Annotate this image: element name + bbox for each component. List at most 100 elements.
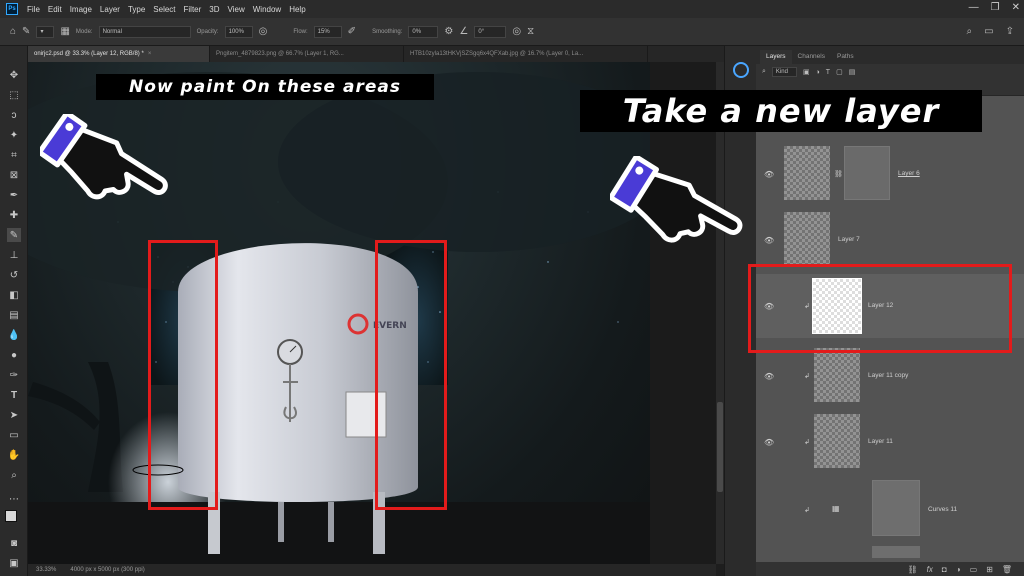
- foreground-color-swatch[interactable]: [5, 510, 17, 522]
- link-icon[interactable]: ⛓: [834, 170, 843, 178]
- menu-edit[interactable]: Edit: [44, 5, 66, 14]
- layer-row[interactable]: 👁 ↲ Layer 11 copy: [756, 344, 1024, 406]
- filter-shape-icon[interactable]: ▢: [836, 68, 843, 76]
- add-mask-icon[interactable]: ◘: [942, 565, 947, 574]
- path-select-tool-icon[interactable]: ➤: [7, 408, 21, 422]
- brush-settings-icon[interactable]: ▦: [60, 26, 69, 37]
- layer-row[interactable]: 👁 ↲ Layer 11: [756, 410, 1024, 472]
- link-layers-icon[interactable]: ⛓: [908, 565, 918, 574]
- move-tool-icon[interactable]: ✥: [7, 68, 21, 82]
- visibility-eye-icon[interactable]: 👁: [764, 438, 774, 447]
- filter-kind-select[interactable]: Kind: [771, 67, 797, 77]
- symmetry-icon[interactable]: ⧖: [527, 26, 534, 37]
- smoothing-field[interactable]: 0%: [408, 25, 439, 38]
- hand-tool-icon[interactable]: ✋: [7, 448, 21, 462]
- brush-preset-icon[interactable]: ✎: [22, 26, 30, 37]
- layer-mask-thumbnail[interactable]: [844, 146, 890, 200]
- filter-smartobject-icon[interactable]: ▤: [849, 68, 856, 76]
- maximize-icon[interactable]: ❐: [991, 2, 1000, 13]
- type-tool-icon[interactable]: T: [7, 388, 21, 402]
- crop-tool-icon[interactable]: ⌗: [7, 148, 21, 162]
- lasso-tool-icon[interactable]: ↄ: [7, 108, 21, 122]
- scroll-thumb[interactable]: [717, 402, 723, 492]
- pressure-opacity-icon[interactable]: ◎: [259, 26, 268, 37]
- visibility-eye-icon[interactable]: 👁: [764, 372, 774, 381]
- filter-type-icon[interactable]: T: [826, 69, 830, 76]
- smoothing-settings-icon[interactable]: ⚙: [444, 26, 453, 37]
- curves-adjustment-icon: ▦: [832, 504, 840, 513]
- menu-layer[interactable]: Layer: [96, 5, 124, 14]
- workspace-icon[interactable]: ▭: [984, 26, 993, 37]
- color-panel-icon[interactable]: [733, 62, 749, 78]
- layer-row[interactable]: 👁 Layer 7: [756, 208, 1024, 270]
- layer-name[interactable]: Layer 11: [868, 438, 893, 445]
- menu-filter[interactable]: Filter: [180, 5, 206, 14]
- mode-select[interactable]: Normal: [98, 25, 191, 38]
- menu-view[interactable]: View: [224, 5, 249, 14]
- filter-pixel-icon[interactable]: ▣: [803, 68, 810, 76]
- search-icon[interactable]: ⌕: [967, 26, 973, 37]
- marquee-tool-icon[interactable]: ⬚: [7, 88, 21, 102]
- airbrush-icon[interactable]: ✐: [348, 26, 356, 37]
- opacity-field[interactable]: 100%: [224, 25, 253, 38]
- menu-help[interactable]: Help: [285, 5, 309, 14]
- layer-row[interactable]: 👁 ⛓ Layer 6: [756, 142, 1024, 206]
- menu-select[interactable]: Select: [149, 5, 179, 14]
- visibility-eye-icon[interactable]: 👁: [764, 236, 774, 245]
- menu-type[interactable]: Type: [124, 5, 149, 14]
- clone-stamp-tool-icon[interactable]: ⊥: [7, 248, 21, 262]
- layer-mask-thumbnail[interactable]: [872, 480, 920, 536]
- eyedropper-tool-icon[interactable]: ✒: [7, 188, 21, 202]
- tab-layers[interactable]: Layers: [760, 50, 792, 64]
- angle-field[interactable]: 0°: [474, 25, 507, 38]
- close-icon[interactable]: ✕: [1012, 2, 1020, 13]
- gradient-tool-icon[interactable]: ▤: [7, 308, 21, 322]
- quick-mask-icon[interactable]: ◙: [7, 536, 21, 550]
- layer-row[interactable]: ↲ ▦ Curves 11: [756, 476, 1024, 540]
- layer-name[interactable]: Layer 11 copy: [868, 372, 908, 379]
- more-tools-icon[interactable]: ⋯: [7, 492, 21, 506]
- delete-layer-icon[interactable]: 🗑: [1002, 565, 1012, 574]
- menu-image[interactable]: Image: [66, 5, 96, 14]
- new-layer-icon[interactable]: ⊞: [986, 565, 993, 574]
- menu-file[interactable]: File: [23, 5, 44, 14]
- fx-icon[interactable]: fx: [927, 565, 933, 574]
- pen-tool-icon[interactable]: ✑: [7, 368, 21, 382]
- layer-name[interactable]: Layer 6: [898, 170, 920, 177]
- zoom-level[interactable]: 33.33%: [36, 567, 56, 573]
- flow-label: Flow:: [293, 28, 308, 35]
- pressure-size-icon[interactable]: ◎: [512, 26, 521, 37]
- filter-search-icon: ⌕: [762, 68, 766, 75]
- screen-mode-icon[interactable]: ▣: [7, 556, 21, 570]
- adjustment-layer-icon[interactable]: ◑: [956, 565, 961, 574]
- home-icon[interactable]: ⌂: [10, 26, 16, 37]
- brush-size-field[interactable]: ▾: [36, 25, 55, 38]
- new-group-icon[interactable]: ▭: [970, 565, 978, 574]
- healing-brush-tool-icon[interactable]: ✚: [7, 208, 21, 222]
- layer-name[interactable]: Curves 11: [928, 506, 957, 513]
- dodge-tool-icon[interactable]: ●: [7, 348, 21, 362]
- blur-tool-icon[interactable]: 💧: [7, 328, 21, 342]
- visibility-eye-icon[interactable]: 👁: [764, 170, 774, 179]
- menu-3d[interactable]: 3D: [205, 5, 223, 14]
- canvas-scrollbar[interactable]: [716, 62, 724, 564]
- quick-select-tool-icon[interactable]: ✦: [7, 128, 21, 142]
- layer-name[interactable]: Layer 7: [838, 236, 860, 243]
- flow-field[interactable]: 15%: [313, 25, 342, 38]
- tab-paths[interactable]: Paths: [831, 50, 860, 64]
- shape-tool-icon[interactable]: ▭: [7, 428, 21, 442]
- frame-tool-icon[interactable]: ⊠: [7, 168, 21, 182]
- tab-onirjc2[interactable]: onirjc2.psd @ 33.3% (Layer 12, RGB/8) * ×: [28, 46, 210, 62]
- minimize-icon[interactable]: —: [969, 2, 979, 13]
- filter-adjustment-icon[interactable]: ◑: [816, 69, 820, 76]
- tab-channels[interactable]: Channels: [792, 50, 831, 64]
- share-icon[interactable]: ⇪: [1006, 26, 1014, 37]
- brush-tool-icon[interactable]: ✎: [7, 228, 21, 242]
- close-tab-icon[interactable]: ×: [148, 51, 152, 57]
- tab-htb10zyla[interactable]: HTB10zyla13tHKVjSZSgq6x4QFXab.jpg @ 16.7…: [404, 46, 648, 62]
- zoom-tool-icon[interactable]: ⌕: [7, 468, 21, 482]
- menu-window[interactable]: Window: [249, 5, 285, 14]
- history-brush-tool-icon[interactable]: ↺: [7, 268, 21, 282]
- tab-pngitem[interactable]: Pngitem_4879823.png @ 66.7% (Layer 1, RG…: [210, 46, 404, 62]
- eraser-tool-icon[interactable]: ◧: [7, 288, 21, 302]
